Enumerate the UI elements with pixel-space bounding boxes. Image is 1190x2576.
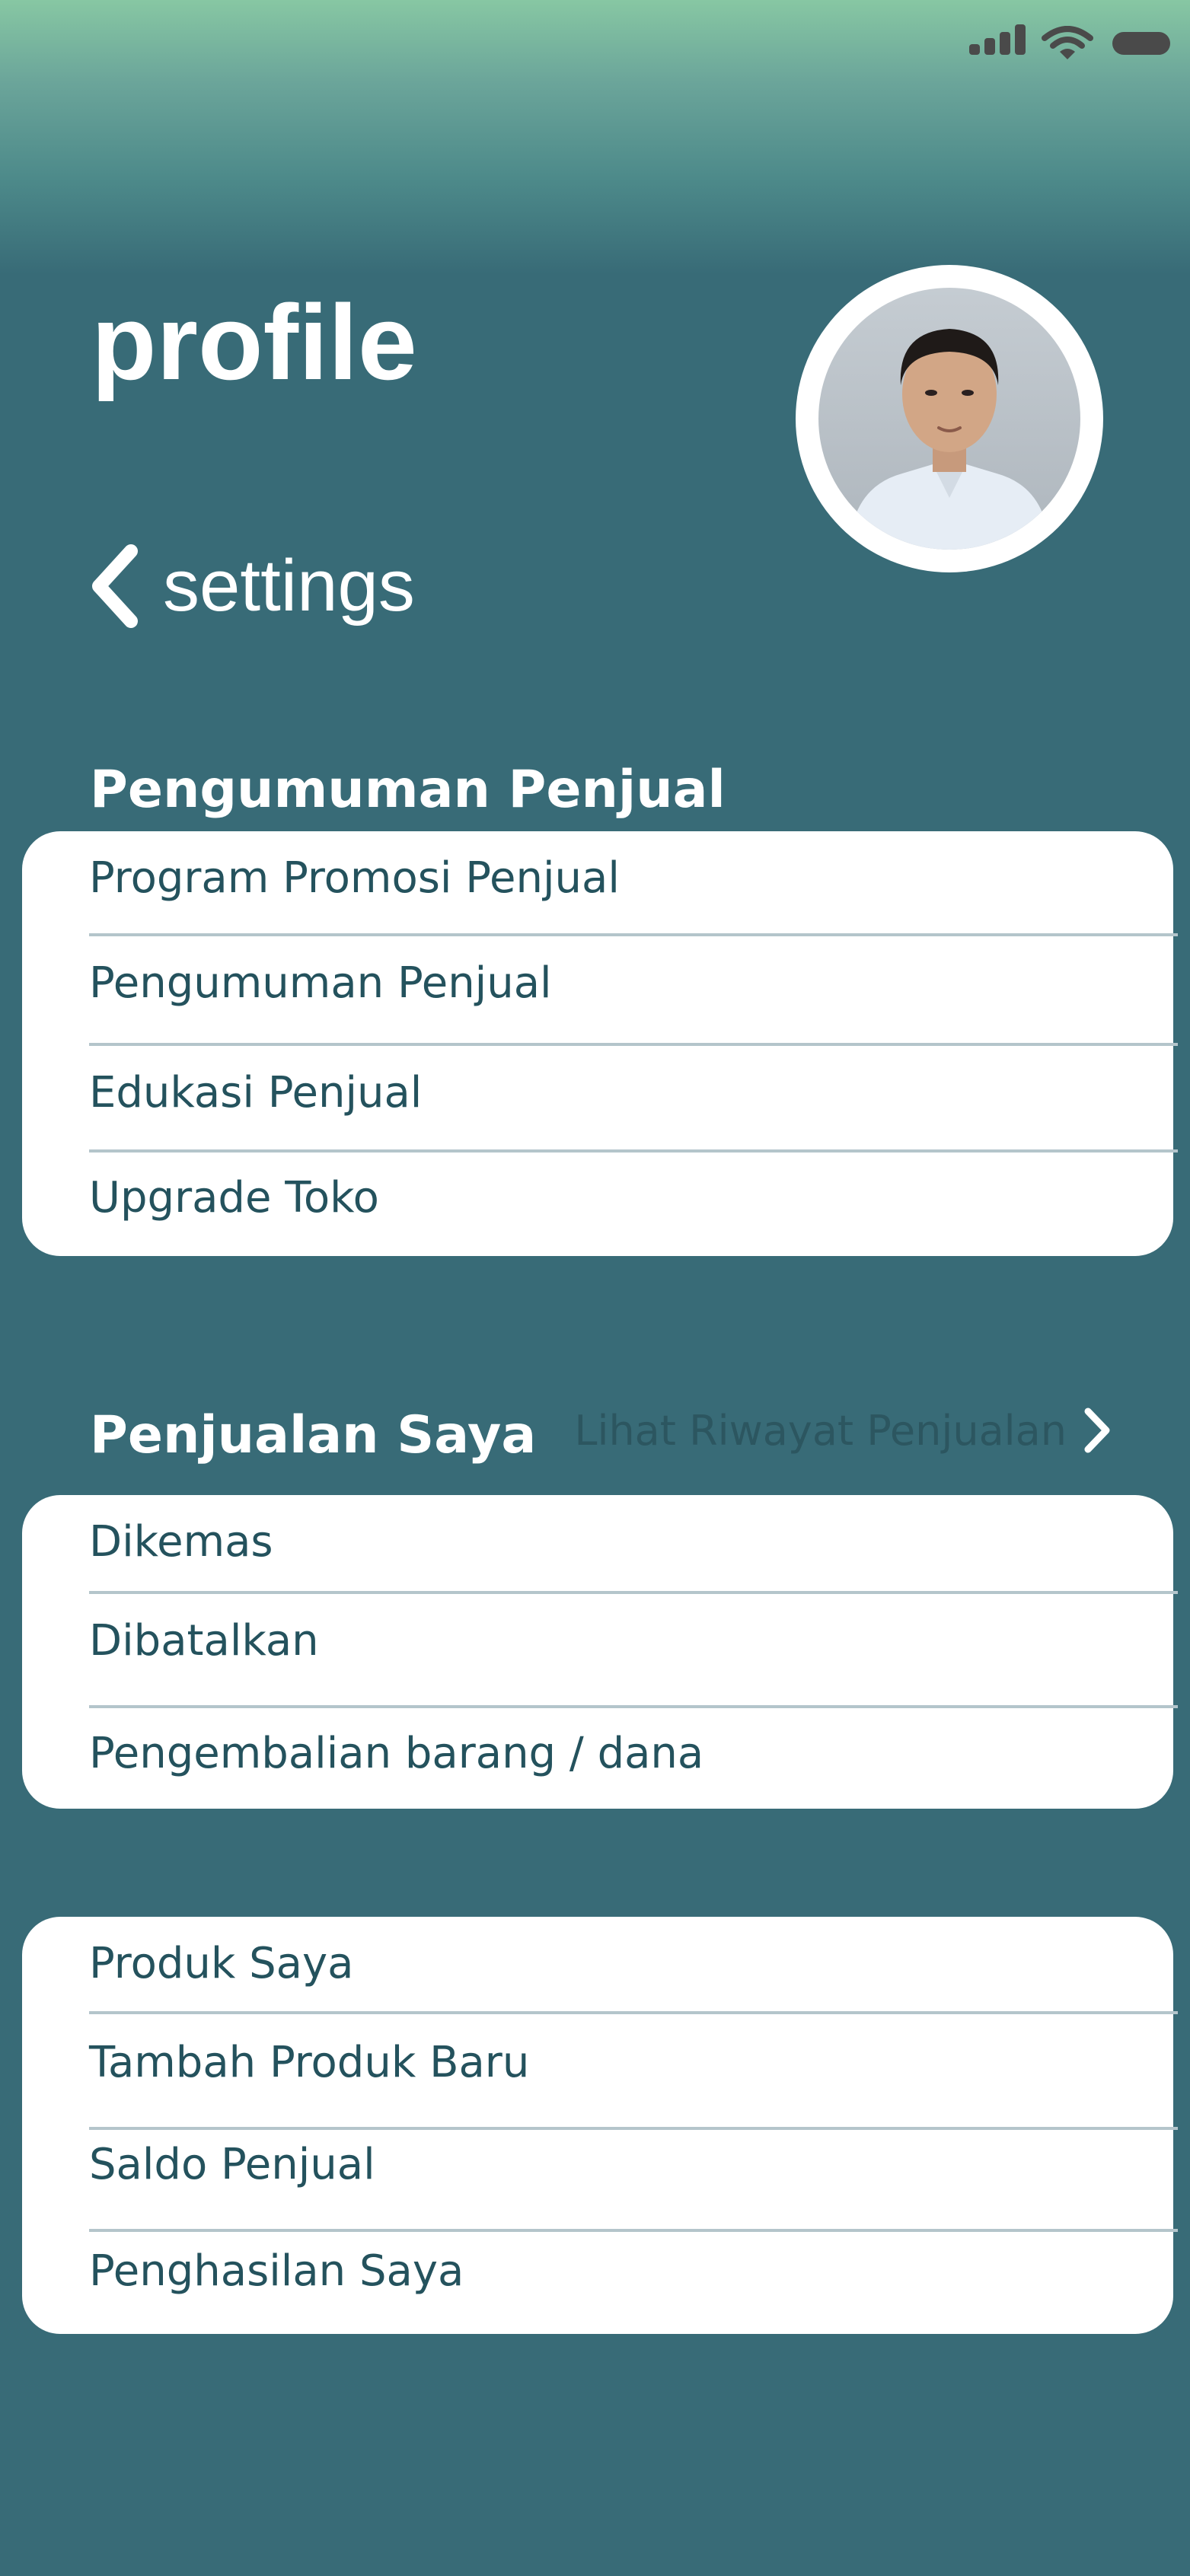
- section-heading-sales: Penjualan Saya: [90, 1405, 537, 1465]
- list-item-label: Dikemas: [89, 1517, 273, 1567]
- list-item-label: Saldo Penjual: [89, 2140, 375, 2189]
- list-item[interactable]: Pengembalian barang / dana: [89, 1707, 1178, 1806]
- announcements-card: Program Promosi Penjual Pengumuman Penju…: [22, 831, 1178, 1256]
- list-item-label: Dibatalkan: [89, 1616, 319, 1666]
- battery-icon: [1112, 32, 1170, 55]
- profile-screen: profile settings Pengumuman Penjual Prog…: [0, 0, 1190, 2576]
- section-heading-announcements: Pengumuman Penjual: [90, 760, 726, 820]
- list-item[interactable]: Upgrade Toko: [89, 1151, 1178, 1250]
- chevron-right-icon: [1084, 1408, 1110, 1453]
- divider: [89, 2011, 1178, 2014]
- page-title: profile: [91, 282, 417, 402]
- list-item[interactable]: Produk Saya: [89, 1917, 1178, 2016]
- list-item[interactable]: Pengumuman Penjual: [89, 936, 1178, 1035]
- list-item-label: Tambah Produk Baru: [89, 2038, 530, 2087]
- products-card: Produk Saya Tambah Produk Baru Saldo Pen…: [22, 1917, 1178, 2334]
- avatar[interactable]: [796, 265, 1103, 572]
- back-button[interactable]: settings: [85, 533, 415, 639]
- list-item-label: Edukasi Penjual: [89, 1068, 423, 1117]
- sales-card: Dikemas Dibatalkan Pengembalian barang /…: [22, 1495, 1178, 1809]
- sales-history-link[interactable]: Lihat Riwayat Penjualan: [574, 1405, 1114, 1455]
- sales-history-label: Lihat Riwayat Penjualan: [574, 1406, 1067, 1455]
- list-item-label: Pengumuman Penjual: [89, 958, 552, 1008]
- chevron-left-icon: [92, 544, 138, 628]
- wifi-icon: [1042, 26, 1093, 59]
- status-bar: [969, 24, 1175, 64]
- list-item[interactable]: Dikemas: [89, 1495, 1178, 1594]
- list-item[interactable]: Tambah Produk Baru: [89, 2016, 1178, 2115]
- back-label: settings: [163, 545, 415, 626]
- list-item[interactable]: Dibatalkan: [89, 1594, 1178, 1693]
- list-item-label: Penghasilan Saya: [89, 2246, 464, 2296]
- list-item[interactable]: Penghasilan Saya: [89, 2224, 1178, 2323]
- profile-photo: [818, 288, 1080, 550]
- list-item[interactable]: Saldo Penjual: [89, 2118, 1178, 2217]
- list-item[interactable]: Program Promosi Penjual: [89, 831, 1178, 930]
- list-item-label: Upgrade Toko: [89, 1173, 379, 1223]
- list-item[interactable]: Edukasi Penjual: [89, 1046, 1178, 1145]
- list-item-label: Pengembalian barang / dana: [89, 1729, 704, 1778]
- list-item-label: Produk Saya: [89, 1939, 354, 1988]
- list-item-label: Program Promosi Penjual: [89, 853, 620, 903]
